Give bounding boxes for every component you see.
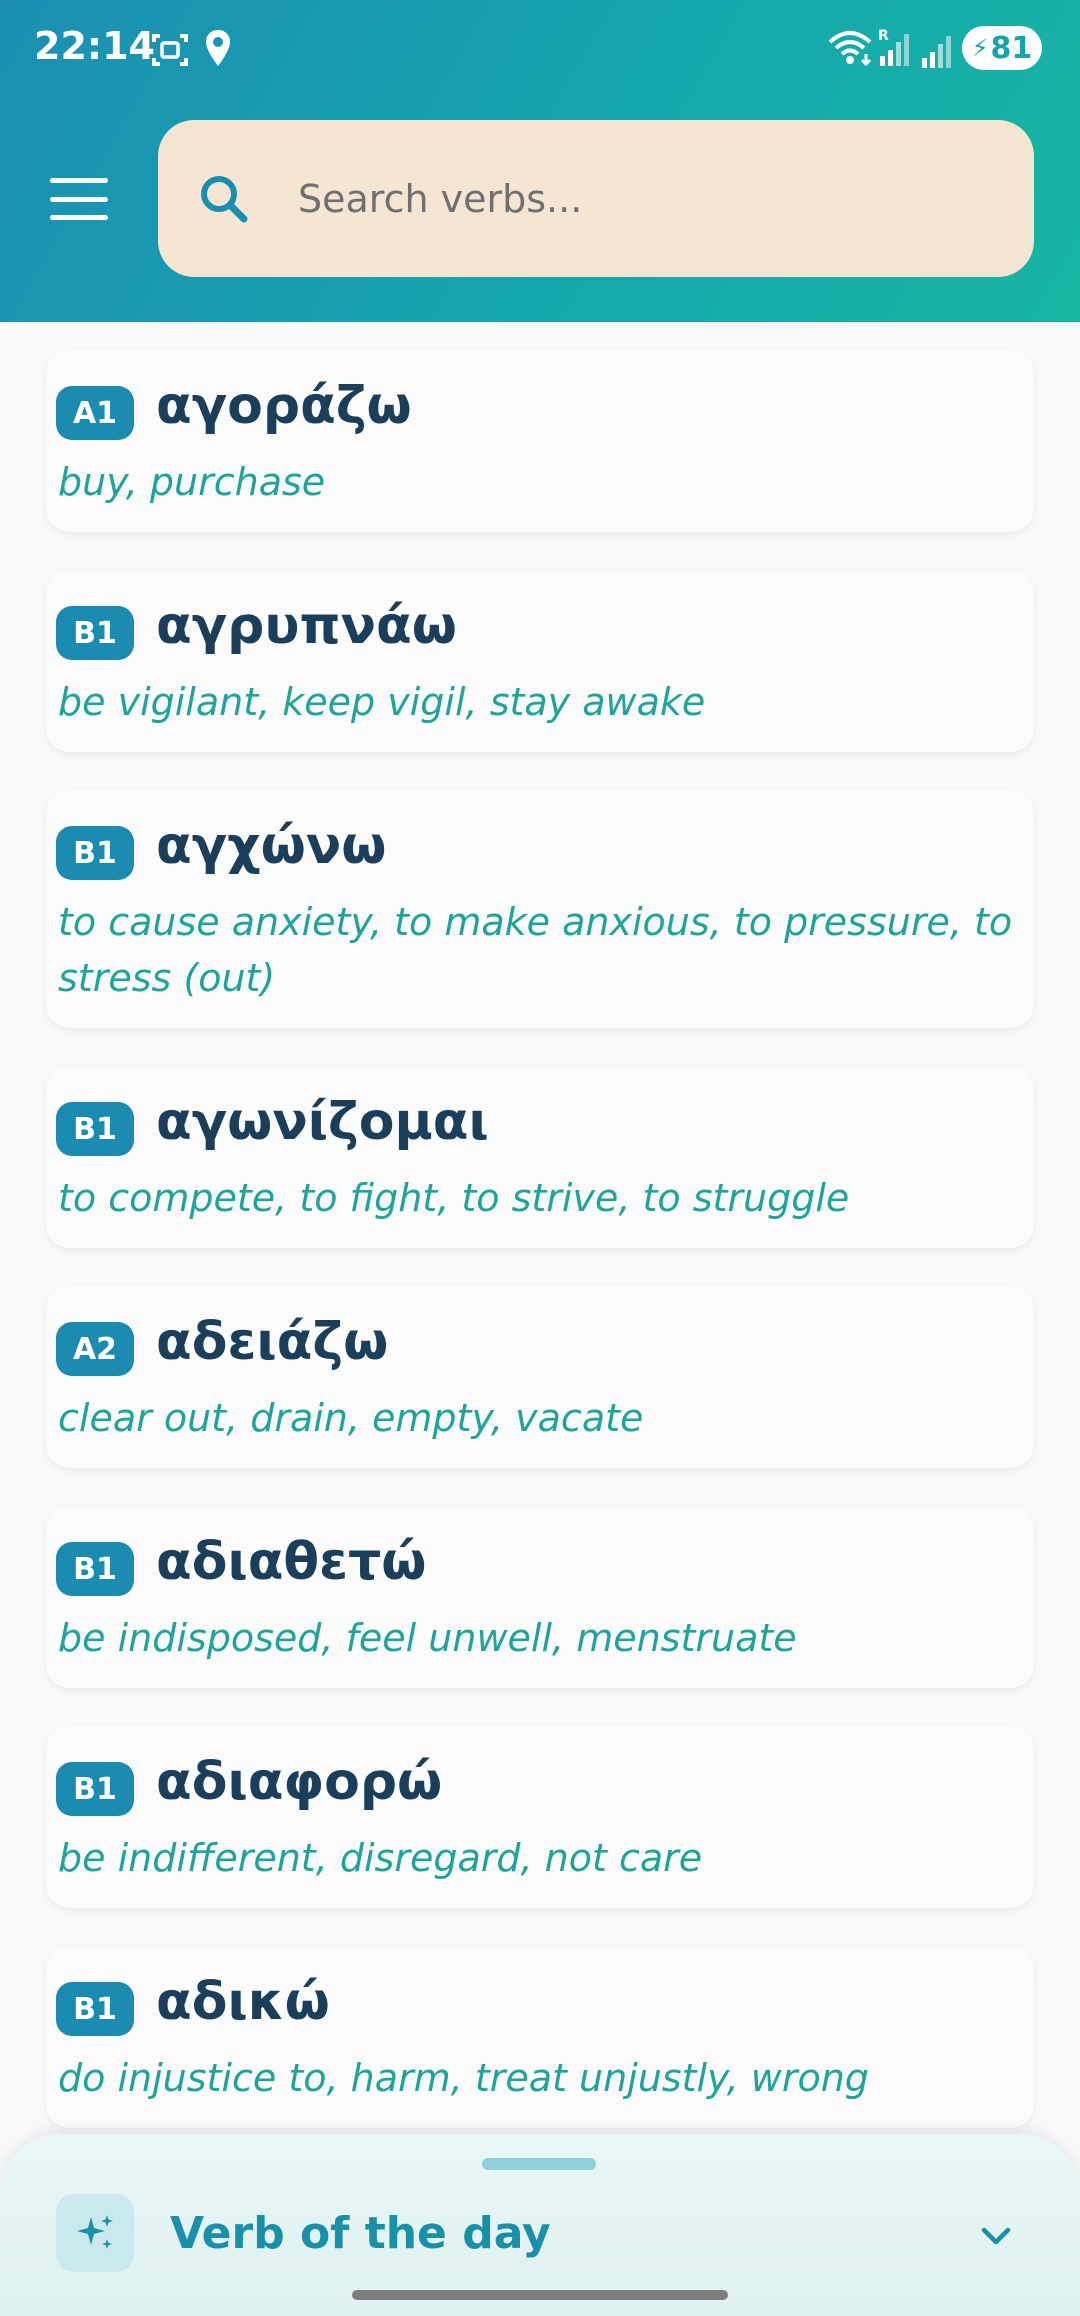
verb-card-2[interactable]: B1 αγχώνω to cause anxiety, to make anxi… [46,790,1034,1028]
level-badge: A1 [56,386,134,440]
home-indicator[interactable] [352,2290,728,2300]
verb-title: αδειάζω [156,1312,389,1372]
chevron-down-icon[interactable] [976,2216,1016,2256]
verb-meaning: be vigilant, keep vigil, stay awake [58,680,706,724]
sparkle-icon [56,2194,134,2272]
level-badge: B1 [56,1102,134,1156]
verb-meaning: to compete, to fight, to strive, to stru… [58,1176,850,1220]
menu-icon [50,178,108,183]
level-badge: B1 [56,826,134,880]
verb-meaning: clear out, drain, empty, vacate [58,1396,644,1440]
sheet-title: Verb of the day [170,2208,551,2259]
level-badge: A2 [56,1322,134,1376]
verb-meaning: buy, purchase [58,460,326,504]
signal-roaming-label: R [878,28,889,44]
verb-title: αδικώ [156,1972,330,2032]
verb-card-3[interactable]: B1 αγωνίζομαι to compete, to fight, to s… [46,1066,1034,1248]
search-bar[interactable] [158,120,1034,277]
status-time: 22:14 [34,24,155,68]
verb-title: αγχώνω [156,816,387,876]
wifi-icon [828,31,872,67]
app-header: 22:14 R ⚡ 81 Search verbs... [0,0,1080,322]
verb-meaning: be indifferent, disregard, not care [58,1836,703,1880]
level-badge: B1 [56,1762,134,1816]
level-badge: B1 [56,1542,134,1596]
level-badge: B1 [56,1982,134,2036]
verb-card-5[interactable]: B1 αδιαθετώ be indisposed, feel unwell, … [46,1506,1034,1688]
verb-meaning: be indisposed, feel unwell, menstruate [58,1616,797,1660]
verb-card-0[interactable]: A1 αγοράζω buy, purchase [46,350,1034,532]
verb-title: αγρυπνάω [156,596,457,656]
verb-card-7[interactable]: B1 αδικώ do injustice to, harm, treat un… [46,1946,1034,2128]
verb-of-the-day-sheet[interactable]: Verb of the day [0,2134,1080,2316]
signal-icon: R [878,28,909,66]
verb-title: αδιαφορώ [156,1752,443,1812]
drag-handle[interactable] [482,2158,596,2170]
status-bar: 22:14 R ⚡ 81 [0,0,1080,100]
search-input[interactable] [298,176,898,221]
verb-card-4[interactable]: A2 αδειάζω clear out, drain, empty, vaca… [46,1286,1034,1468]
verb-meaning: do injustice to, harm, treat unjustly, w… [58,2056,869,2100]
menu-button[interactable] [50,178,108,220]
battery-indicator: ⚡ 81 [962,26,1042,70]
charging-icon: ⚡ [971,34,989,62]
signal-icon-2 [922,36,951,68]
screenshot-icon [152,34,188,66]
battery-level: 81 [990,30,1033,66]
level-badge: B1 [56,606,134,660]
verb-title: αδιαθετώ [156,1532,427,1592]
verb-title: αγοράζω [156,376,412,436]
location-icon [206,30,230,66]
verb-meaning: to cause anxiety, to make anxious, to pr… [58,900,1013,1000]
search-icon [201,175,248,222]
verb-title: αγωνίζομαι [156,1092,489,1152]
verb-card-1[interactable]: B1 αγρυπνάω be vigilant, keep vigil, sta… [46,570,1034,752]
verb-card-6[interactable]: B1 αδιαφορώ be indifferent, disregard, n… [46,1726,1034,1908]
